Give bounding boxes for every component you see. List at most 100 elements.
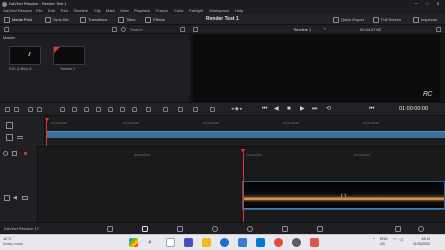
search-icon[interactable] (121, 27, 126, 32)
store-icon[interactable] (238, 238, 247, 247)
cut-page-icon[interactable] (142, 226, 148, 232)
overwrite-clip-icon[interactable] (72, 107, 77, 112)
windows-start-icon[interactable] (129, 238, 138, 247)
menu-edit[interactable]: Edit (48, 9, 55, 13)
tool-icon[interactable] (5, 107, 10, 112)
play-icon[interactable]: ▶ (300, 106, 305, 112)
stop-icon[interactable]: ■ (287, 106, 291, 112)
fusion-page-icon[interactable] (212, 226, 218, 232)
full-screen-button[interactable]: Full Screen (373, 16, 401, 23)
sort-icon[interactable] (180, 27, 185, 32)
task-view-icon[interactable] (166, 238, 175, 247)
skip-start-icon[interactable]: ⏮ (262, 106, 267, 112)
place-on-top-icon[interactable] (108, 107, 113, 112)
mail-icon[interactable] (256, 238, 265, 247)
chevron-down-icon[interactable]: ▾ (324, 27, 326, 32)
viewer-layout-icon[interactable] (193, 27, 198, 32)
menu-file[interactable]: File (36, 9, 42, 13)
upper-track-clip[interactable] (47, 131, 445, 138)
ripple-icon[interactable] (120, 107, 125, 112)
record-icon[interactable] (24, 152, 27, 155)
menu-color[interactable]: Color (174, 9, 184, 13)
quick-export-button[interactable]: Quick Export (333, 16, 364, 23)
menu-view[interactable]: View (120, 9, 129, 13)
tool-icon[interactable] (37, 107, 42, 112)
media-clip-timeline[interactable] (53, 46, 85, 65)
media-page-icon[interactable] (107, 226, 113, 232)
effects-button[interactable]: Effects (145, 16, 165, 23)
chat-icon[interactable] (184, 238, 193, 247)
transitions-button[interactable]: Transitions (80, 16, 107, 23)
maximize-button[interactable]: □ (423, 1, 431, 7)
track-toggle-icon[interactable] (17, 136, 23, 139)
menu-workspace[interactable]: Workspace (209, 9, 229, 13)
skip-end-icon[interactable]: ⏭ (312, 106, 317, 112)
menu-timeline[interactable]: Timeline (73, 9, 88, 13)
marker-icon[interactable] (210, 107, 215, 112)
sync-bin-button[interactable]: Sync Bin (45, 16, 69, 23)
menu-help[interactable]: Help (235, 9, 243, 13)
color-page-icon[interactable] (247, 226, 253, 232)
track-lock-icon[interactable] (12, 151, 17, 156)
file-explorer-icon[interactable] (202, 238, 211, 247)
source-overwrite-icon[interactable] (146, 107, 151, 112)
append-icon[interactable] (132, 107, 137, 112)
timeline-video-clip[interactable]: [··] (242, 181, 445, 210)
fairlight-page-icon[interactable] (282, 226, 288, 232)
track-toggle-icon[interactable] (22, 196, 28, 200)
media-pool-button[interactable]: Media Pool (4, 16, 32, 23)
language-indicator[interactable]: ENG US (380, 237, 388, 246)
close-button[interactable]: ✕ (434, 1, 442, 7)
media-clip-dji[interactable] (9, 46, 41, 65)
menu-mark[interactable]: Mark (106, 9, 115, 13)
weather-widget[interactable]: 12°C Mostly cloudy (3, 237, 23, 246)
jog-control[interactable]: ◂ ◆ ▸ (231, 107, 243, 112)
home-icon[interactable] (395, 226, 401, 232)
timeline-tool-icon[interactable] (6, 122, 13, 129)
tool-icon[interactable] (14, 107, 19, 112)
thumbnail-view-icon[interactable] (112, 27, 117, 32)
menu-davinci-resolve[interactable]: DaVinci Resolve (3, 9, 32, 13)
tool-icon[interactable] (28, 107, 33, 112)
speaker-icon[interactable]: ◀ (13, 196, 17, 201)
clock[interactable]: 18:12 11/03/2022 (413, 237, 431, 246)
replace-clip-icon[interactable] (84, 107, 89, 112)
volume-icon[interactable]: ◁ (399, 237, 402, 243)
search-field[interactable]: Search (130, 28, 143, 33)
tray-overflow-icon[interactable]: ⌃ (372, 238, 375, 242)
menu-trim[interactable]: Trim (60, 9, 68, 13)
music-icon[interactable] (310, 238, 319, 247)
settings-gear-icon[interactable] (418, 226, 424, 232)
track-lock-icon[interactable] (4, 195, 10, 201)
wifi-icon[interactable]: ◠ (393, 237, 397, 243)
timeline-selector[interactable]: Timeline 1 (293, 28, 311, 32)
clip-audio (243, 208, 444, 209)
menu-clip[interactable]: Clip (94, 9, 101, 13)
inspector-button[interactable]: Inspector (413, 16, 437, 23)
search-icon[interactable]: ⌕ (148, 239, 152, 246)
davinci-taskbar-icon[interactable] (292, 238, 301, 247)
menu-playback[interactable]: Playback (134, 9, 150, 13)
timeline-tool-icon[interactable] (6, 134, 13, 141)
menu-fusion[interactable]: Fusion (156, 9, 168, 13)
fit-to-fill-icon[interactable] (96, 107, 101, 112)
list-view-icon[interactable] (4, 27, 9, 32)
timeline-settings-icon[interactable] (3, 151, 8, 156)
windows-taskbar: 12°C Mostly cloudy ⌕ ⌃ ENG US ◠ ◁ 18:12 … (0, 234, 445, 250)
titles-button[interactable]: Titles (118, 16, 135, 23)
prev-edit-icon[interactable]: ⏮ (369, 106, 374, 112)
menu-fairlight[interactable]: Fairlight (189, 9, 203, 13)
clock-time: 18:12 (421, 237, 431, 241)
scissors-icon[interactable] (178, 107, 183, 112)
selection-icon[interactable] (193, 107, 198, 112)
chrome-icon[interactable] (274, 238, 283, 247)
loop-icon[interactable]: ⟲ (326, 106, 331, 112)
deliver-page-icon[interactable] (317, 226, 323, 232)
rewind-icon[interactable]: ◀ (274, 106, 279, 112)
edge-browser-icon[interactable] (220, 238, 229, 247)
minimize-button[interactable]: – (412, 1, 420, 7)
edit-page-icon[interactable] (177, 226, 183, 232)
viewer-options-icon[interactable] (436, 27, 441, 32)
edit-mode-icon[interactable] (163, 107, 168, 112)
insert-clip-icon[interactable] (60, 107, 65, 112)
